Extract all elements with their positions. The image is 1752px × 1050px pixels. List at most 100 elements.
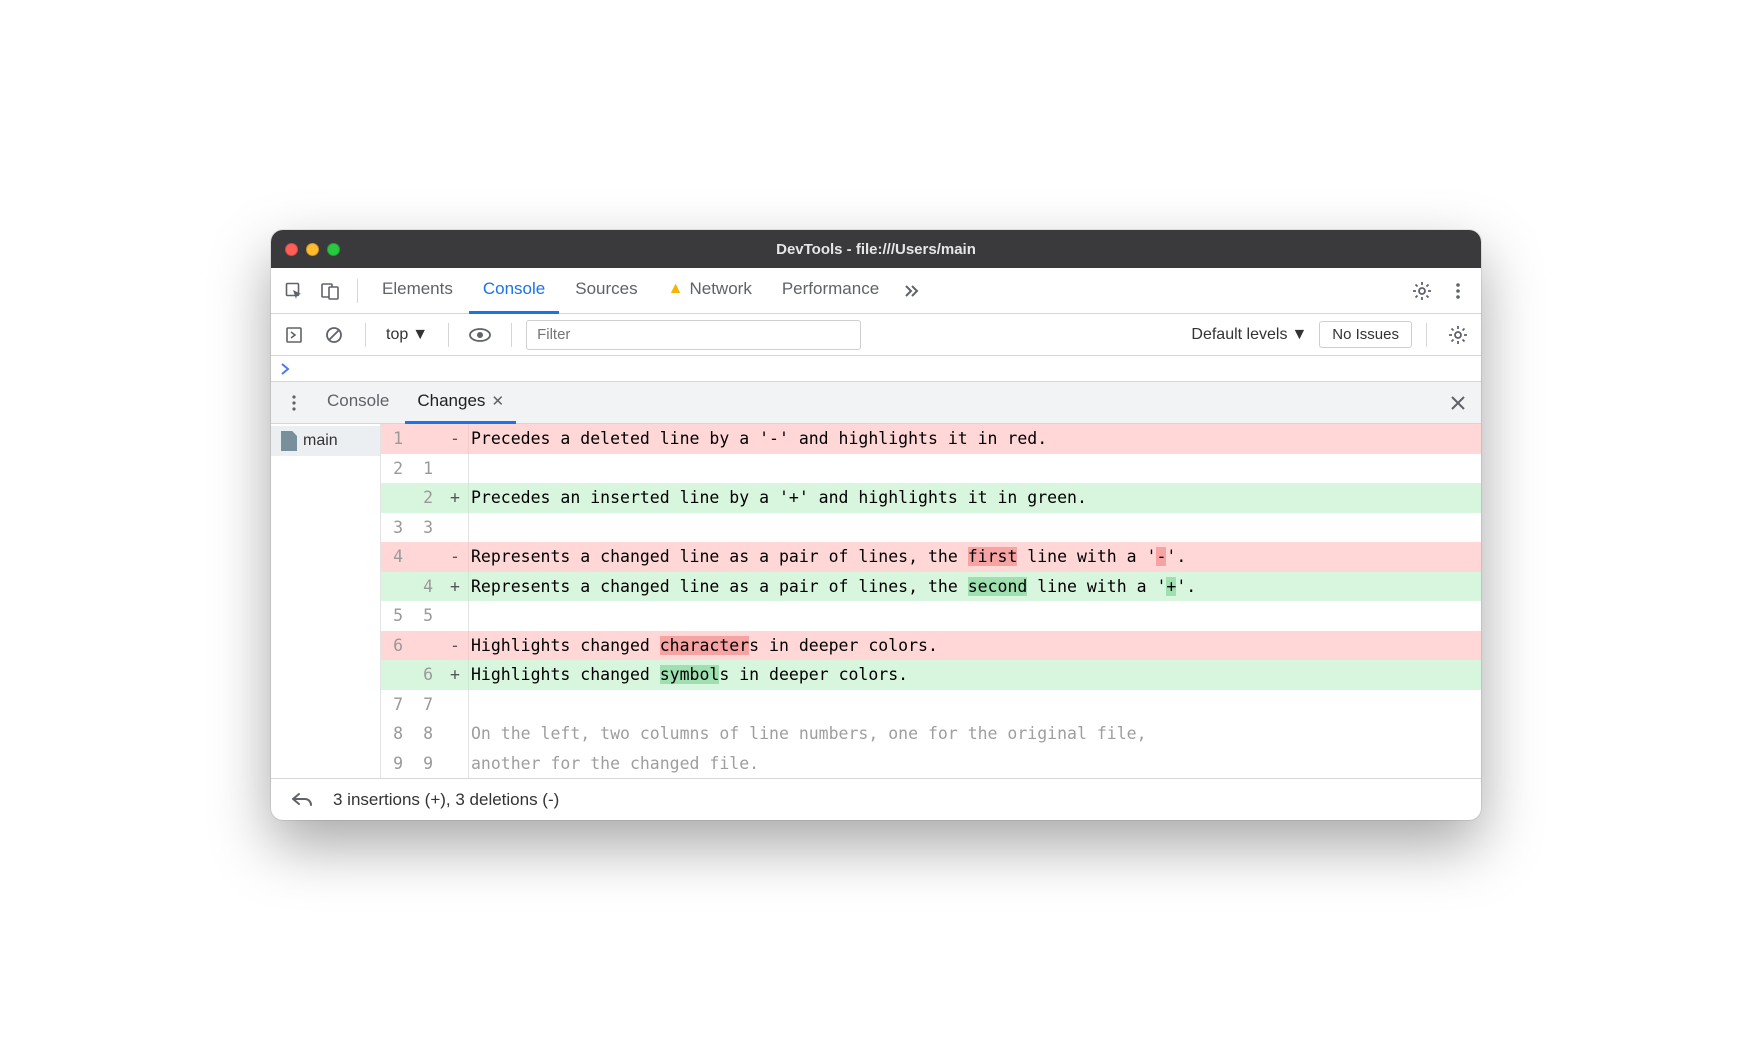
- line-number-old: 2: [381, 454, 411, 484]
- line-number-new: 9: [411, 749, 441, 779]
- line-number-new: 5: [411, 601, 441, 631]
- close-drawer-button[interactable]: [1441, 386, 1475, 420]
- tab-label: Performance: [782, 279, 879, 299]
- line-number-old: [381, 483, 411, 513]
- diff-code: Precedes a deleted line by a '-' and hig…: [469, 424, 1481, 454]
- line-number-new: 2: [411, 483, 441, 513]
- diff-sign: -: [441, 542, 469, 572]
- changes-panel: main 1-Precedes a deleted line by a '-' …: [271, 424, 1481, 778]
- close-tab-icon[interactable]: ✕: [491, 392, 504, 410]
- tab-label: Sources: [575, 279, 637, 299]
- tab-label: Network: [689, 279, 751, 299]
- file-item[interactable]: main: [271, 426, 380, 456]
- diff-code: [469, 513, 1481, 543]
- live-expression-button[interactable]: [463, 318, 497, 352]
- file-icon: [281, 431, 297, 451]
- line-number-old: [381, 660, 411, 690]
- console-prompt[interactable]: [271, 356, 1481, 382]
- changes-statusbar: 3 insertions (+), 3 deletions (-): [271, 778, 1481, 820]
- window-title: DevTools - file:///Users/main: [271, 241, 1481, 258]
- diff-sign: [441, 513, 469, 543]
- diff-code: [469, 454, 1481, 484]
- tab-label: Elements: [382, 279, 453, 299]
- diff-code: On the left, two columns of line numbers…: [469, 719, 1481, 749]
- tab-sources[interactable]: Sources: [561, 268, 651, 314]
- tab-console[interactable]: Console: [469, 268, 559, 314]
- diff-sign: -: [441, 424, 469, 454]
- chevron-down-icon: ▼: [1291, 326, 1307, 344]
- issues-button[interactable]: No Issues: [1319, 321, 1412, 348]
- kebab-menu-button[interactable]: [1441, 274, 1475, 308]
- separator: [1426, 323, 1427, 347]
- device-toggle-button[interactable]: [313, 274, 347, 308]
- diff-code: Highlights changed characters in deeper …: [469, 631, 1481, 661]
- line-number-new: 6: [411, 660, 441, 690]
- diff-sign: [441, 601, 469, 631]
- line-number-new: 8: [411, 719, 441, 749]
- separator: [448, 323, 449, 347]
- diff-sign: +: [441, 483, 469, 513]
- chevron-right-icon: [281, 363, 291, 375]
- file-tree: main: [271, 424, 381, 778]
- line-number-old: 4: [381, 542, 411, 572]
- issues-label: No Issues: [1332, 326, 1399, 343]
- drawer-tab-label: Changes: [417, 391, 485, 411]
- drawer-kebab-button[interactable]: [277, 386, 311, 420]
- line-number-old: 7: [381, 690, 411, 720]
- line-number-new: [411, 542, 441, 572]
- chevron-down-icon: ▼: [412, 326, 428, 344]
- minimize-window-button[interactable]: [306, 243, 319, 256]
- line-number-old: 9: [381, 749, 411, 779]
- clear-console-button[interactable]: [317, 318, 351, 352]
- diff-code: Represents a changed line as a pair of l…: [469, 572, 1481, 602]
- close-window-button[interactable]: [285, 243, 298, 256]
- tab-performance[interactable]: Performance: [768, 268, 893, 314]
- settings-button[interactable]: [1405, 274, 1439, 308]
- line-number-old: 3: [381, 513, 411, 543]
- tab-label: Console: [483, 279, 545, 299]
- console-filterbar: top ▼ Default levels ▼ No Issues: [271, 314, 1481, 356]
- line-number-old: [381, 572, 411, 602]
- drawer-tab-label: Console: [327, 391, 389, 411]
- tab-elements[interactable]: Elements: [368, 268, 467, 314]
- revert-button[interactable]: [285, 783, 319, 817]
- toggle-console-sidebar-button[interactable]: [277, 318, 311, 352]
- line-number-old: 6: [381, 631, 411, 661]
- separator: [365, 323, 366, 347]
- line-number-old: 1: [381, 424, 411, 454]
- diff-code: Highlights changed symbols in deeper col…: [469, 660, 1481, 690]
- drawer-tab-changes[interactable]: Changes ✕: [405, 382, 516, 424]
- main-toolbar: Elements Console Sources ▲ Network Perfo…: [271, 268, 1481, 314]
- zoom-window-button[interactable]: [327, 243, 340, 256]
- line-number-old: 5: [381, 601, 411, 631]
- line-number-new: [411, 424, 441, 454]
- diff-sign: +: [441, 572, 469, 602]
- traffic-lights: [285, 243, 340, 256]
- context-label: top: [386, 326, 408, 344]
- drawer-tab-console[interactable]: Console: [315, 382, 401, 424]
- line-number-new: [411, 631, 441, 661]
- diff-code: [469, 601, 1481, 631]
- tab-network[interactable]: ▲ Network: [654, 268, 766, 314]
- devtools-window: DevTools - file:///Users/main Elements C…: [271, 230, 1481, 820]
- console-settings-button[interactable]: [1441, 318, 1475, 352]
- separator: [357, 279, 358, 303]
- line-number-old: 8: [381, 719, 411, 749]
- more-tabs-button[interactable]: [895, 274, 929, 308]
- separator: [511, 323, 512, 347]
- inspect-element-button[interactable]: [277, 274, 311, 308]
- line-number-new: 7: [411, 690, 441, 720]
- diff-code: Precedes an inserted line by a '+' and h…: [469, 483, 1481, 513]
- line-number-new: 1: [411, 454, 441, 484]
- warning-icon: ▲: [668, 280, 684, 298]
- filter-input[interactable]: [526, 320, 861, 350]
- diff-view[interactable]: 1-Precedes a deleted line by a '-' and h…: [381, 424, 1481, 778]
- levels-label: Default levels: [1191, 326, 1287, 344]
- diff-code: Represents a changed line as a pair of l…: [469, 542, 1481, 572]
- diff-sign: [441, 749, 469, 779]
- diff-sign: [441, 690, 469, 720]
- log-levels-selector[interactable]: Default levels ▼: [1185, 320, 1313, 350]
- diff-sign: [441, 719, 469, 749]
- context-selector[interactable]: top ▼: [380, 320, 434, 350]
- line-number-new: 3: [411, 513, 441, 543]
